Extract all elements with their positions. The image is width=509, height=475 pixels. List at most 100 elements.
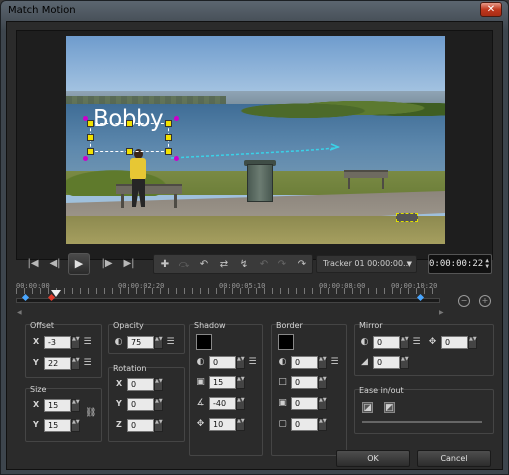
offset-x-input[interactable]: -3 <box>44 336 71 349</box>
rotation-y-input[interactable]: 0 <box>127 398 154 411</box>
rotate-handle-se[interactable] <box>174 156 179 161</box>
shadow-color-swatch[interactable] <box>196 334 212 350</box>
rotation-x-spinner[interactable]: ▲▼ <box>154 378 163 391</box>
play-button[interactable]: ▶ <box>68 253 90 275</box>
resize-handle-e[interactable] <box>165 134 172 141</box>
tracker-point[interactable] <box>396 213 418 222</box>
border-opacity-input[interactable]: 0 <box>291 356 318 369</box>
rotate-handle-ne[interactable] <box>174 116 179 121</box>
ok-button[interactable]: OK <box>336 450 410 467</box>
track-forward-icon[interactable]: ↷ <box>294 258 310 272</box>
border-blur-spinner[interactable]: ▲▼ <box>318 397 327 410</box>
keyframe-menu-icon[interactable]: ☰ <box>411 337 422 348</box>
video-preview[interactable]: Bobby <box>66 36 445 244</box>
scroll-right-icon[interactable]: ▶ <box>439 309 444 316</box>
border-radius-icon: ▢ <box>278 419 287 429</box>
zoom-out-icon[interactable]: − <box>458 295 470 307</box>
mirror-fade-input[interactable]: 0 <box>373 356 400 369</box>
shadow-blur-input[interactable]: 15 <box>209 376 236 389</box>
go-to-start-button[interactable]: |◀ <box>24 256 42 272</box>
track-both-icon[interactable]: ⇄ <box>216 258 232 272</box>
rotate-handle-nw[interactable] <box>83 116 88 121</box>
keyframe-menu-icon[interactable]: ☰ <box>165 337 176 348</box>
rotation-x-axis: X <box>116 379 123 388</box>
resize-handle-n[interactable] <box>126 120 133 127</box>
redo-icon[interactable]: ↷ <box>274 258 290 272</box>
rotation-z-input[interactable]: 0 <box>127 419 154 432</box>
size-y-spinner[interactable]: ▲▼ <box>71 419 80 432</box>
size-y-input[interactable]: 15 <box>44 419 71 432</box>
border-blur-input[interactable]: 0 <box>291 397 318 410</box>
shadow-angle-input[interactable]: -40 <box>209 397 236 410</box>
ease-in-icon[interactable]: ◪ <box>362 402 373 413</box>
tracker-dropdown[interactable]: Tracker 01 00:00:00.. ▼ <box>316 255 417 273</box>
opacity-label: Opacity <box>113 321 144 330</box>
shadow-label: Shadow <box>194 321 226 330</box>
rotation-x-input[interactable]: 0 <box>127 378 154 391</box>
rotation-z-spinner[interactable]: ▲▼ <box>154 419 163 432</box>
size-x-axis: X <box>33 400 40 409</box>
size-y-axis: Y <box>33 420 39 429</box>
link-icon[interactable]: ⛓ <box>85 408 96 419</box>
track-backward-icon[interactable]: ↶ <box>196 258 212 272</box>
border-width-input[interactable]: 0 <box>291 376 318 389</box>
reset-icon[interactable]: ↯ <box>236 258 252 272</box>
opacity-input[interactable]: 75 <box>127 336 154 349</box>
title-bar[interactable]: Match Motion ✕ <box>1 1 508 21</box>
close-button[interactable]: ✕ <box>480 2 502 17</box>
timecode-field[interactable]: 0:00:00:22 ▲ ▼ <box>428 254 492 274</box>
resize-handle-nw[interactable] <box>87 120 94 127</box>
border-opacity-spinner[interactable]: ▲▼ <box>318 356 327 369</box>
mirror-opacity-input[interactable]: 0 <box>373 336 400 349</box>
ease-slider-track[interactable] <box>362 421 482 423</box>
size-x-input[interactable]: 15 <box>44 399 71 412</box>
keyframe-track[interactable] <box>16 298 440 303</box>
resize-handle-s[interactable] <box>126 148 133 155</box>
mirror-fade-spinner[interactable]: ▲▼ <box>400 356 409 369</box>
ease-out-icon[interactable]: ◩ <box>384 402 395 413</box>
opacity-spinner[interactable]: ▲▼ <box>154 336 163 349</box>
ease-group <box>354 389 494 434</box>
shadow-opacity-input[interactable]: 0 <box>209 356 236 369</box>
offset-x-spinner[interactable]: ▲▼ <box>71 336 80 349</box>
timecode-spinner-icon[interactable]: ▲ ▼ <box>485 258 489 270</box>
add-tracker-icon[interactable]: ✚ <box>157 258 173 272</box>
zoom-in-icon[interactable]: + <box>479 295 491 307</box>
previous-frame-button[interactable]: ◀| <box>46 256 64 272</box>
keyframe-menu-icon[interactable]: ☰ <box>82 358 93 369</box>
resize-handle-sw[interactable] <box>87 148 94 155</box>
border-radius-input[interactable]: 0 <box>291 418 318 431</box>
rotate-handle-sw[interactable] <box>83 156 88 161</box>
shadow-distance-spinner[interactable]: ▲▼ <box>236 418 245 431</box>
border-radius-spinner[interactable]: ▲▼ <box>318 418 327 431</box>
ruler-label-0: 00:00:00 <box>16 282 50 290</box>
shadow-blur-spinner[interactable]: ▲▼ <box>236 376 245 389</box>
go-to-end-button[interactable]: ▶| <box>120 256 138 272</box>
shadow-distance-input[interactable]: 10 <box>209 418 236 431</box>
resize-handle-se[interactable] <box>165 148 172 155</box>
offset-y-input[interactable]: 22 <box>44 357 71 370</box>
shadow-angle-spinner[interactable]: ▲▼ <box>236 397 245 410</box>
keyframe-menu-icon[interactable]: ☰ <box>329 357 340 368</box>
dialog-client: Bobby |◀ ◀| ▶ |▶ ▶| ✚ ⤼ ↶ ⇄ ↯ ↶ ↷ ↷ Trac… <box>6 21 503 470</box>
rotation-y-spinner[interactable]: ▲▼ <box>154 398 163 411</box>
shadow-opacity-spinner[interactable]: ▲▼ <box>236 356 245 369</box>
mirror-distance-input[interactable]: 0 <box>441 336 468 349</box>
keyframe-menu-icon[interactable]: ☰ <box>247 357 258 368</box>
undo-icon[interactable]: ↶ <box>256 258 272 272</box>
border-width-spinner[interactable]: ▲▼ <box>318 376 327 389</box>
size-x-spinner[interactable]: ▲▼ <box>71 399 80 412</box>
resize-handle-w[interactable] <box>87 134 94 141</box>
mirror-opacity-spinner[interactable]: ▲▼ <box>400 336 409 349</box>
next-frame-button[interactable]: |▶ <box>98 256 116 272</box>
scroll-left-icon[interactable]: ◀ <box>17 309 22 316</box>
offset-y-spinner[interactable]: ▲▼ <box>71 357 80 370</box>
border-color-swatch[interactable] <box>278 334 294 350</box>
cancel-button[interactable]: Cancel <box>417 450 491 467</box>
rotation-z-axis: Z <box>116 420 122 429</box>
keyframe-menu-icon[interactable]: ☰ <box>82 337 93 348</box>
offset-x-axis: X <box>33 337 40 346</box>
remove-tracker-icon[interactable]: ⤼ <box>176 258 192 272</box>
resize-handle-ne[interactable] <box>165 120 172 127</box>
mirror-distance-spinner[interactable]: ▲▼ <box>468 336 477 349</box>
